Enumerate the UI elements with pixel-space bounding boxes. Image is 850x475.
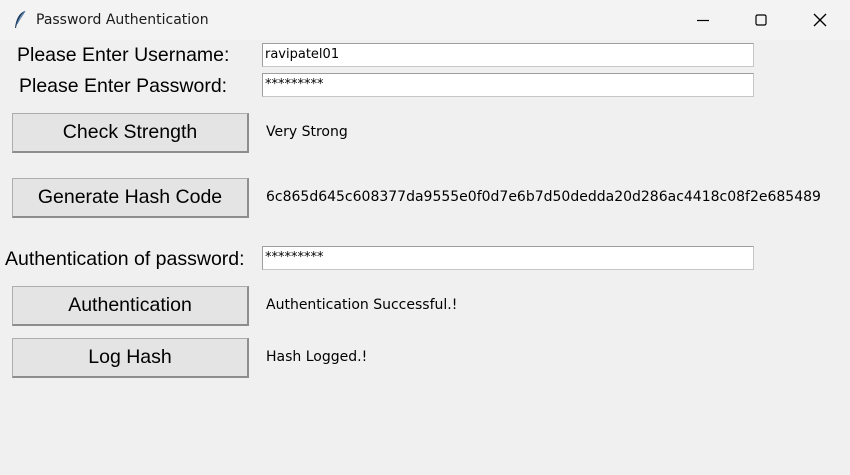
check-strength-button[interactable]: Check Strength xyxy=(12,113,249,153)
close-button[interactable] xyxy=(797,0,843,40)
generate-hash-button[interactable]: Generate Hash Code xyxy=(12,178,249,218)
auth-password-input[interactable]: ********* xyxy=(262,246,754,270)
maximize-button[interactable] xyxy=(738,0,784,40)
title-bar[interactable]: Password Authentication xyxy=(0,0,850,40)
log-result: Hash Logged.! xyxy=(266,349,368,365)
username-label: Please Enter Username: xyxy=(17,44,230,66)
feather-icon xyxy=(12,10,28,30)
username-input[interactable]: ravipatel01 xyxy=(262,43,754,67)
hash-result: 6c865d645c608377da9555e0f0d7e6b7d50dedda… xyxy=(266,189,821,205)
maximize-icon xyxy=(755,14,767,26)
minimize-icon xyxy=(697,19,709,22)
log-hash-button[interactable]: Log Hash xyxy=(12,338,249,378)
minimize-button[interactable] xyxy=(680,0,726,40)
close-icon xyxy=(813,13,827,27)
auth-result: Authentication Successful.! xyxy=(266,297,458,313)
window-title: Password Authentication xyxy=(36,12,209,28)
password-input[interactable]: ********* xyxy=(262,73,754,97)
authentication-button[interactable]: Authentication xyxy=(12,286,249,326)
password-label: Please Enter Password: xyxy=(19,75,228,97)
strength-result: Very Strong xyxy=(266,124,348,140)
auth-password-label: Authentication of password: xyxy=(5,248,245,270)
